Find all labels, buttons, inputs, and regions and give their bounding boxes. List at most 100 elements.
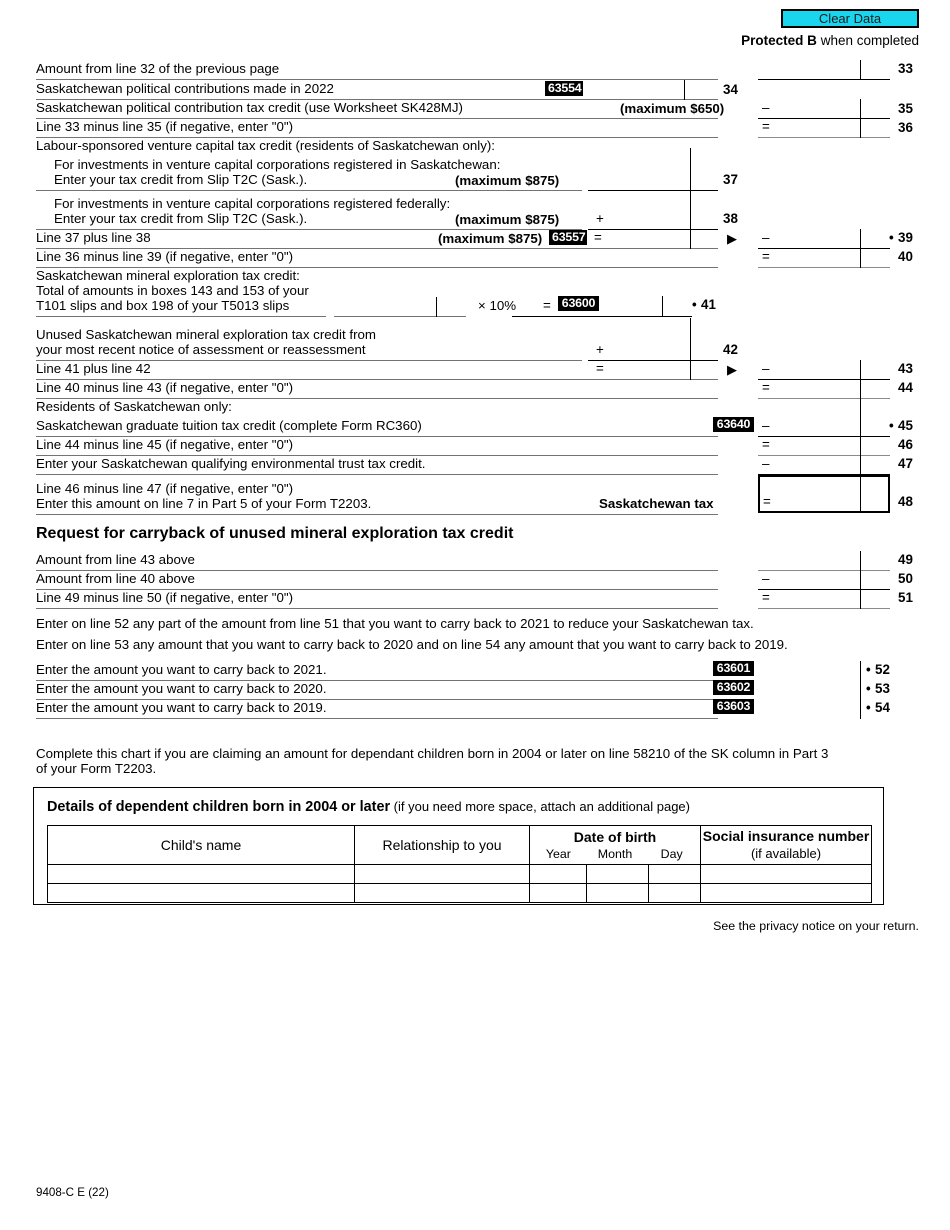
row-37-rule [36,190,582,191]
cell-child-name[interactable] [47,864,355,884]
cell-relationship[interactable] [354,883,530,903]
row-44-amount-rule [758,398,890,399]
row-37-amount-rule [588,190,718,191]
row-54-code-63603: 63603 [713,699,754,714]
row-36-cents-divider [860,118,861,138]
row-51-lineno: 51 [898,590,913,605]
table-row [47,883,873,903]
row-51-label: Line 49 minus line 50 (if negative, ente… [36,590,294,605]
cell-sin[interactable] [700,883,873,903]
row-52-year: 2021 [293,662,323,677]
row-45-bullet: • [889,418,894,433]
row-48-total-box[interactable] [758,475,890,513]
row-42-amount-rule [588,360,718,361]
cell-dob-day[interactable] [647,883,702,903]
row-47-cents-divider [860,455,861,475]
row-53-year: 2020 [293,681,323,696]
row-40-lineno: 40 [898,249,913,264]
row-34-lineno: 34 [723,82,738,97]
row-47-rule [36,474,718,475]
carryback-note-2: Enter on line 53 any amount that you wan… [36,637,788,652]
row-54-year: 2019 [293,700,323,715]
row-54-label: Enter the amount you want to carry back … [36,700,327,715]
row-39-lineno: 39 [898,230,913,245]
col-dob-day: Day [660,846,683,861]
row-51-rule [36,608,718,609]
row-35-maximum: (maximum $650) [620,101,725,116]
row-41-cents-divider [662,296,663,317]
row-42-cents-divider [690,318,691,361]
cell-dob-day[interactable] [647,864,702,884]
row-39-operator-right: – [762,230,770,245]
row-41-line2: Total of amounts in boxes 143 and 153 of… [36,283,309,298]
row-46-cents-divider [860,436,861,456]
row-36-amount-rule [758,137,890,138]
row-49-amount-rule [758,570,890,571]
row-35-amount-rule [758,118,890,119]
row-39-operator-left: = [594,230,602,245]
row-43-operator-left: = [596,361,604,376]
children-panel-title-strong: Details of dependent children born in 20… [47,799,391,815]
lsvcc-section-header: Labour-sponsored venture capital tax cre… [36,138,495,153]
row-43-cents-divider-right [860,360,861,380]
row-51-operator: = [762,590,770,605]
row-43-arrow-icon: ▶ [727,362,737,377]
row-41-code-63600: 63600 [558,296,599,311]
row-41-multiplier: × 10% [478,298,517,313]
row-44-lineno: 44 [898,380,913,395]
protected-b-label: Protected B [741,33,817,48]
col-dob-label: Date of birth [573,828,657,845]
row-42-lineno: 42 [723,342,738,357]
row-41-bullet: • [692,297,697,312]
row-53-label: Enter the amount you want to carry back … [36,681,327,696]
row-39-label: Line 37 plus line 38 [36,230,151,245]
cell-child-name[interactable] [47,883,355,903]
row-36-lineno: 36 [898,120,913,135]
row-40-operator: = [762,249,770,264]
row-34-label: Saskatchewan political contributions mad… [36,81,334,96]
clear-data-button[interactable]: Clear Data [781,9,919,28]
dependent-children-table: Child's name Relationship to you Date of… [47,825,873,903]
row-33-cents-divider [860,60,861,80]
row-50-lineno: 50 [898,571,913,586]
dependent-children-panel: Details of dependent children born in 20… [33,787,884,905]
row-34-cents-divider [684,80,685,100]
row-39-arrow-icon: ▶ [727,231,737,246]
row-48-operator: = [763,494,771,509]
row-45-cents-divider [860,399,861,437]
row-36-label: Line 33 minus line 35 (if negative, ente… [36,119,294,134]
row-39-maximum: (maximum $875) [438,231,543,246]
row-43-cents-divider-left [690,361,691,380]
row-44-operator: = [762,380,770,395]
row-42-line2: your most recent notice of assessment or… [36,342,366,357]
row-38-line2: Enter your tax credit from Slip T2C (Sas… [54,211,308,226]
row-48-lineno: 48 [898,494,913,509]
row-54-bullet: • [866,700,871,715]
row-50-operator: – [762,571,770,586]
row-37-cents-divider [690,148,691,191]
cell-dob-year[interactable] [529,864,587,884]
row-52-cents-divider [860,661,861,681]
col-date-of-birth: Date of birth Year Month Day [528,825,702,865]
privacy-notice: See the privacy notice on your return. [713,919,919,933]
row-52-code-63601: 63601 [713,661,754,676]
row-39-bullet: • [889,230,894,245]
col-dob-subheads: Year Month Day [530,846,700,862]
col-sin: Social insurance number (if available) [700,825,873,865]
row-54-post: . [322,700,327,715]
cell-sin[interactable] [700,864,873,884]
col-relationship: Relationship to you [354,825,530,865]
row-38-lineno: 38 [723,211,738,226]
row-52-label: Enter the amount you want to carry back … [36,662,327,677]
row-48-rule [36,514,718,515]
cell-dob-month[interactable] [586,864,649,884]
row-48-caption: Saskatchewan tax [599,496,714,511]
cell-dob-year[interactable] [529,883,587,903]
cell-dob-month[interactable] [586,883,649,903]
row-35-lineno: 35 [898,101,913,116]
row-50-label: Amount from line 40 above [36,571,195,586]
cell-relationship[interactable] [354,864,530,884]
row-44-cents-divider [860,379,861,399]
row-48-cents-divider [860,476,861,512]
row-45-operator: – [762,418,770,433]
